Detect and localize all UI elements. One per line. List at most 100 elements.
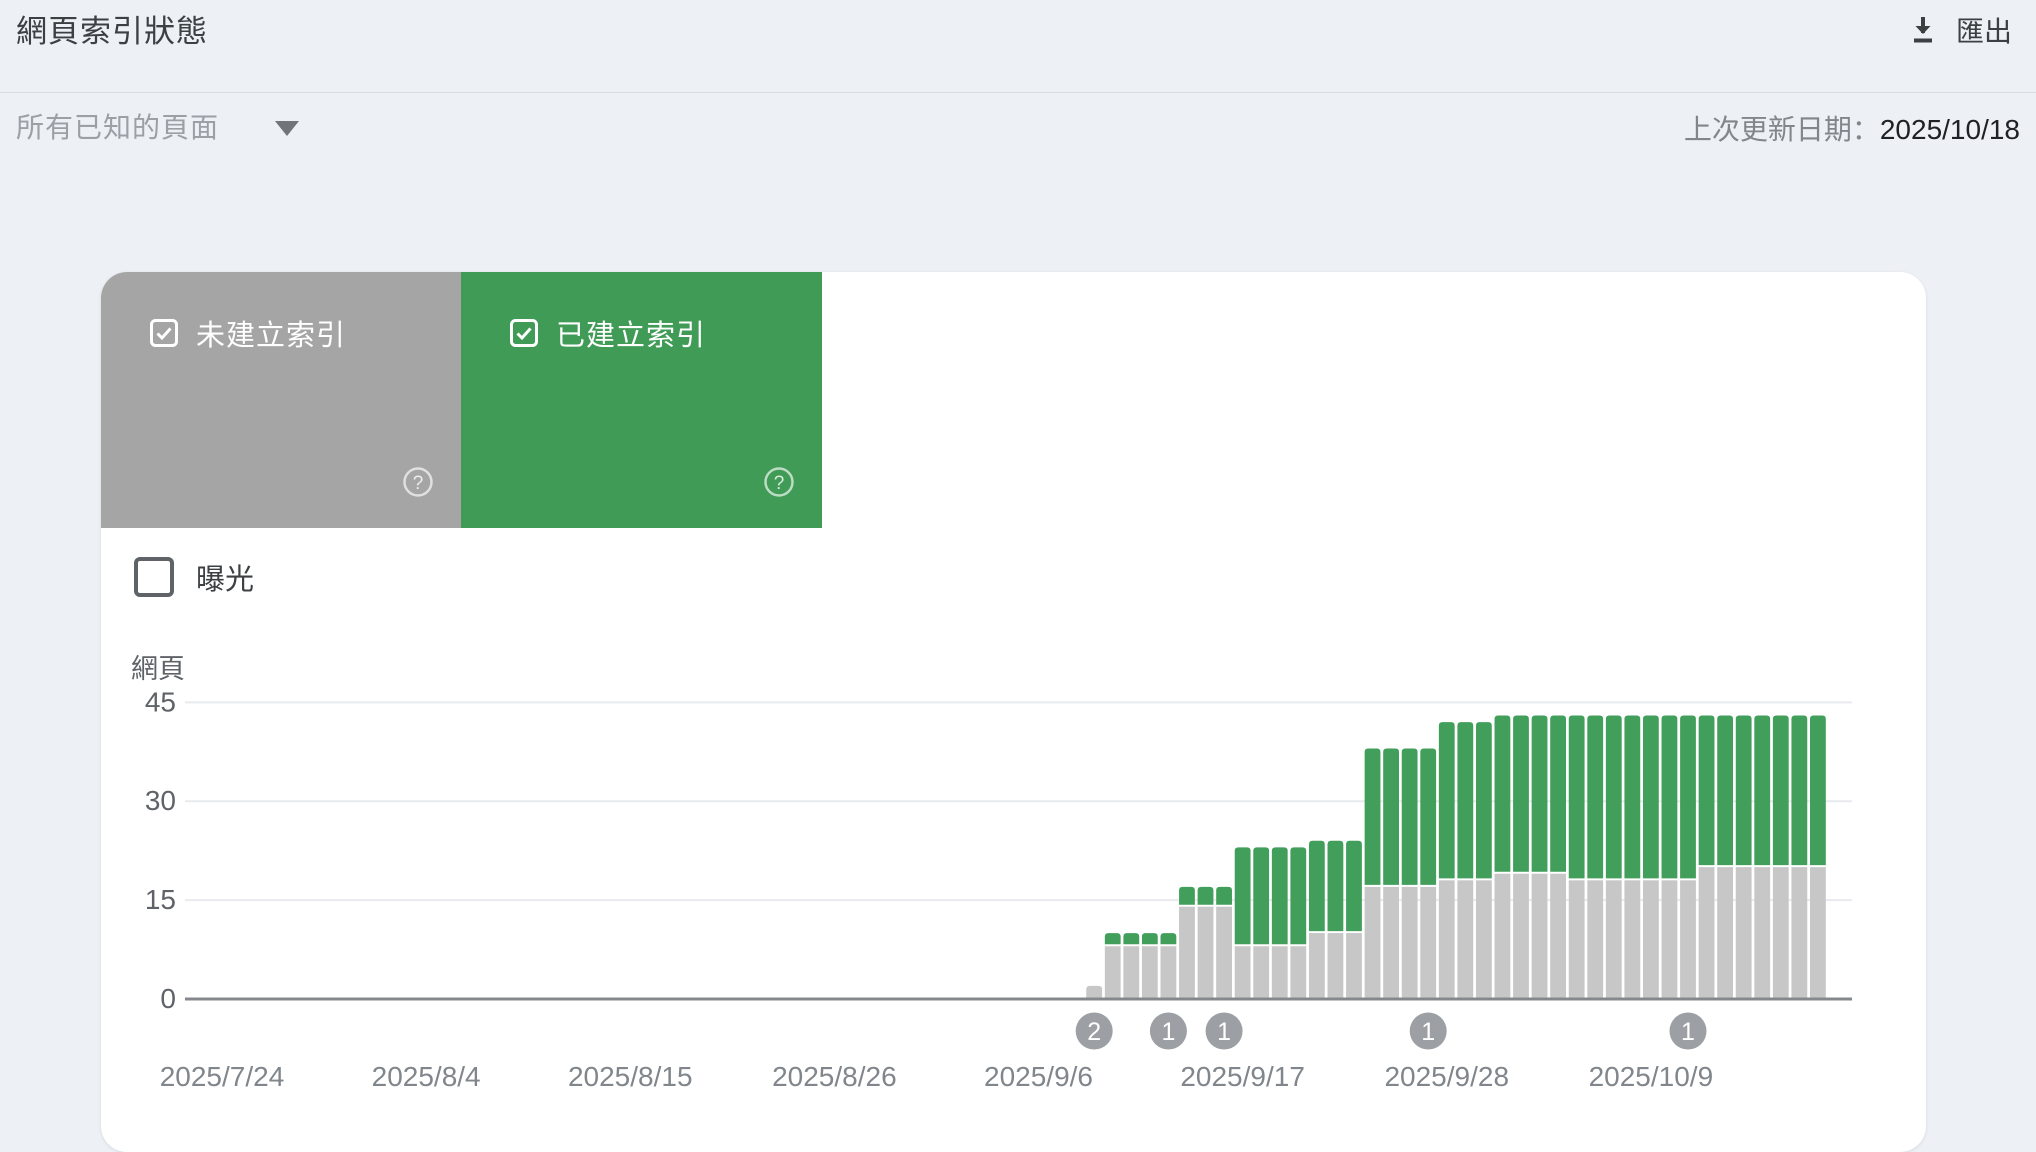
bar-indexed-2025/10/8[interactable] — [1624, 716, 1640, 879]
bar-indexed-2025/9/12[interactable] — [1142, 933, 1158, 944]
bar-indexed-2025/9/19[interactable] — [1272, 847, 1288, 944]
bar-not-indexed-2025/9/20[interactable] — [1290, 946, 1306, 999]
impressions-label: 曝光 — [196, 556, 254, 598]
bar-indexed-2025/10/7[interactable] — [1606, 716, 1622, 879]
bar-not-indexed-2025/9/28[interactable] — [1439, 880, 1455, 999]
annotation-badge-count: 1 — [1681, 1018, 1695, 1046]
bar-indexed-2025/10/10[interactable] — [1662, 716, 1678, 879]
bar-not-indexed-2025/10/7[interactable] — [1606, 880, 1622, 999]
bar-not-indexed-2025/9/14[interactable] — [1179, 907, 1195, 999]
bar-not-indexed-2025/10/1[interactable] — [1495, 874, 1511, 999]
bar-not-indexed-2025/10/14[interactable] — [1736, 867, 1752, 999]
bar-not-indexed-2025/10/16[interactable] — [1773, 867, 1789, 999]
bar-indexed-2025/9/26[interactable] — [1402, 748, 1418, 884]
bar-indexed-2025/9/10[interactable] — [1105, 933, 1121, 944]
bar-not-indexed-2025/10/11[interactable] — [1680, 880, 1696, 999]
bar-indexed-2025/10/1[interactable] — [1495, 716, 1511, 872]
bar-indexed-2025/9/23[interactable] — [1346, 841, 1362, 931]
bar-indexed-2025/9/20[interactable] — [1290, 847, 1306, 944]
bar-not-indexed-2025/9/19[interactable] — [1272, 946, 1288, 999]
bar-not-indexed-2025/9/23[interactable] — [1346, 933, 1362, 999]
bar-indexed-2025/10/4[interactable] — [1550, 716, 1566, 872]
bar-indexed-2025/10/17[interactable] — [1791, 716, 1807, 866]
bar-indexed-2025/9/13[interactable] — [1161, 933, 1177, 944]
bar-indexed-2025/10/3[interactable] — [1532, 716, 1548, 872]
checkbox-checked-icon — [509, 318, 539, 348]
annotation-badge-count: 1 — [1217, 1018, 1231, 1046]
bar-indexed-2025/9/17[interactable] — [1235, 847, 1251, 944]
bar-not-indexed-2025/10/12[interactable] — [1699, 867, 1715, 999]
bar-indexed-2025/9/16[interactable] — [1216, 887, 1232, 905]
bar-not-indexed-2025/10/10[interactable] — [1662, 880, 1678, 999]
header-divider — [0, 92, 2036, 93]
bar-indexed-2025/10/11[interactable] — [1680, 716, 1696, 879]
bar-indexed-2025/10/2[interactable] — [1513, 716, 1529, 872]
impressions-checkbox[interactable] — [134, 557, 174, 597]
export-label: 匯出 — [1956, 10, 2012, 50]
bar-indexed-2025/9/14[interactable] — [1179, 887, 1195, 905]
bar-not-indexed-2025/10/4[interactable] — [1550, 874, 1566, 999]
bar-indexed-2025/10/14[interactable] — [1736, 716, 1752, 866]
bar-indexed-2025/9/15[interactable] — [1198, 887, 1214, 905]
bar-not-indexed-2025/10/5[interactable] — [1569, 880, 1585, 999]
bar-indexed-2025/9/25[interactable] — [1383, 748, 1399, 884]
bar-not-indexed-2025/9/17[interactable] — [1235, 946, 1251, 999]
bar-not-indexed-2025/10/2[interactable] — [1513, 874, 1529, 999]
bar-not-indexed-2025/9/25[interactable] — [1383, 887, 1399, 999]
bar-not-indexed-2025/10/15[interactable] — [1754, 867, 1770, 999]
bar-indexed-2025/10/16[interactable] — [1773, 716, 1789, 866]
bar-not-indexed-2025/10/18[interactable] — [1810, 867, 1826, 999]
bar-not-indexed-2025/9/29[interactable] — [1457, 880, 1473, 999]
bar-not-indexed-2025/9/15[interactable] — [1198, 907, 1214, 999]
card-indexed[interactable]: 已建立索引 23 ? — [461, 272, 822, 528]
bar-indexed-2025/10/6[interactable] — [1587, 716, 1603, 879]
svg-text:?: ? — [413, 473, 424, 494]
bar-indexed-2025/9/11[interactable] — [1123, 933, 1139, 944]
bar-indexed-2025/9/28[interactable] — [1439, 722, 1455, 878]
bar-not-indexed-2025/10/6[interactable] — [1587, 880, 1603, 999]
bar-not-indexed-2025/9/12[interactable] — [1142, 946, 1158, 999]
page-filter-dropdown[interactable]: 所有已知的頁面 — [16, 106, 299, 146]
bar-not-indexed-2025/9/16[interactable] — [1216, 907, 1232, 999]
bar-not-indexed-2025/9/22[interactable] — [1328, 933, 1344, 999]
bar-not-indexed-2025/9/18[interactable] — [1253, 946, 1269, 999]
bar-not-indexed-2025/9/24[interactable] — [1365, 887, 1381, 999]
bar-indexed-2025/9/21[interactable] — [1309, 841, 1325, 931]
bar-indexed-2025/9/18[interactable] — [1253, 847, 1269, 944]
bar-not-indexed-2025/10/3[interactable] — [1532, 874, 1548, 999]
card-indexed-label: 已建立索引 — [556, 312, 706, 354]
bar-indexed-2025/10/12[interactable] — [1699, 716, 1715, 866]
bar-not-indexed-2025/9/27[interactable] — [1420, 887, 1436, 999]
impressions-toggle[interactable]: 曝光 — [134, 556, 254, 598]
annotation-badge-count: 1 — [1421, 1018, 1435, 1046]
last-updated-label: 上次更新日期： — [1684, 114, 1880, 145]
bar-not-indexed-2025/10/17[interactable] — [1791, 867, 1807, 999]
bar-not-indexed-2025/9/26[interactable] — [1402, 887, 1418, 999]
bar-not-indexed-2025/9/9[interactable] — [1086, 986, 1102, 999]
bar-not-indexed-2025/10/13[interactable] — [1717, 867, 1733, 999]
bar-indexed-2025/10/18[interactable] — [1810, 716, 1826, 866]
bar-indexed-2025/9/29[interactable] — [1457, 722, 1473, 878]
svg-text:?: ? — [774, 473, 785, 494]
card-not-indexed-reasons: 3 個原因 — [149, 713, 256, 753]
bar-indexed-2025/9/24[interactable] — [1365, 748, 1381, 884]
bar-not-indexed-2025/9/10[interactable] — [1105, 946, 1121, 999]
bar-not-indexed-2025/10/9[interactable] — [1643, 880, 1659, 999]
help-icon[interactable]: ? — [762, 465, 796, 504]
bar-indexed-2025/10/5[interactable] — [1569, 716, 1585, 879]
bar-not-indexed-2025/10/8[interactable] — [1624, 880, 1640, 999]
bar-not-indexed-2025/9/21[interactable] — [1309, 933, 1325, 999]
card-indexed-value: 23 — [509, 638, 580, 702]
bar-indexed-2025/10/9[interactable] — [1643, 716, 1659, 879]
card-not-indexed[interactable]: 未建立索引 20 3 個原因 ? — [101, 272, 461, 528]
help-icon[interactable]: ? — [401, 465, 435, 504]
bar-indexed-2025/10/13[interactable] — [1717, 716, 1733, 866]
bar-indexed-2025/9/30[interactable] — [1476, 722, 1492, 878]
bar-not-indexed-2025/9/30[interactable] — [1476, 880, 1492, 999]
bar-indexed-2025/9/27[interactable] — [1420, 748, 1436, 884]
bar-not-indexed-2025/9/11[interactable] — [1123, 946, 1139, 999]
bar-indexed-2025/9/22[interactable] — [1328, 841, 1344, 931]
bar-not-indexed-2025/9/13[interactable] — [1161, 946, 1177, 999]
export-button[interactable]: 匯出 — [1904, 4, 2014, 56]
bar-indexed-2025/10/15[interactable] — [1754, 716, 1770, 866]
